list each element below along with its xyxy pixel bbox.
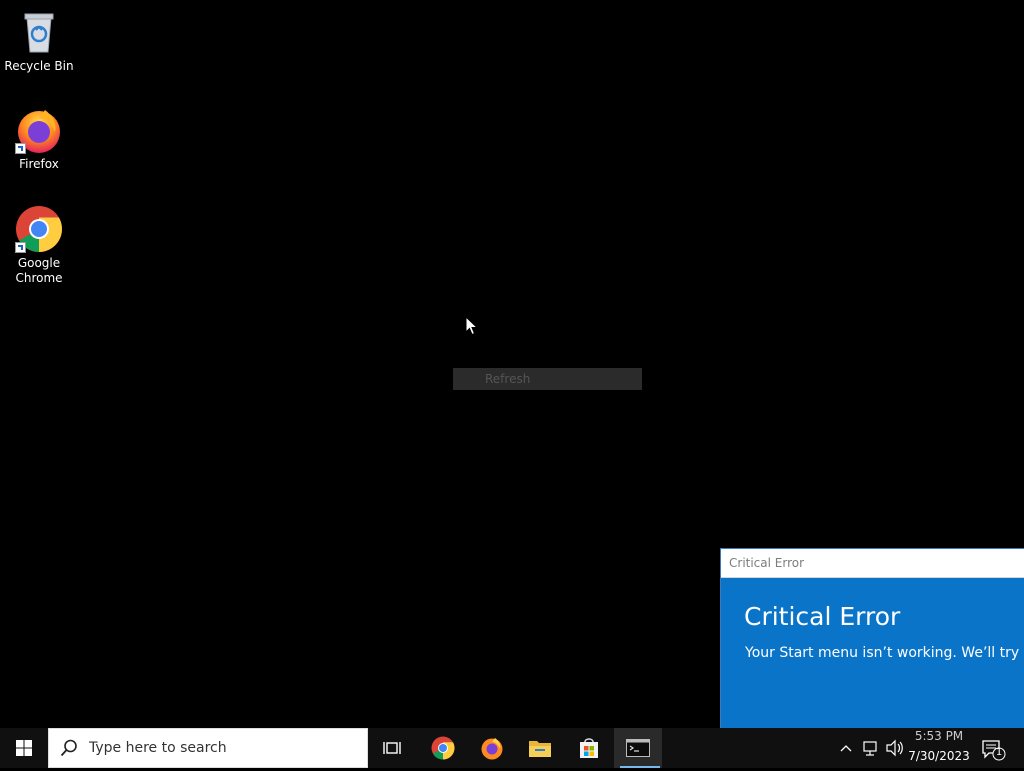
- action-center-button[interactable]: 1: [978, 728, 1008, 768]
- desktop-icon-label: Firefox: [19, 157, 59, 171]
- shortcut-arrow-icon: [15, 242, 26, 253]
- recycle-bin-icon: [15, 8, 63, 56]
- chevron-up-icon: [840, 745, 852, 752]
- taskbar-terminal-button[interactable]: [614, 728, 662, 768]
- task-view-icon: [383, 742, 401, 754]
- task-view-button[interactable]: [368, 728, 416, 768]
- network-button[interactable]: [862, 728, 880, 768]
- desktop-icon-chrome[interactable]: Google Chrome: [4, 205, 74, 286]
- shortcut-arrow-icon: [15, 143, 26, 154]
- show-hidden-icons-button[interactable]: [838, 728, 854, 768]
- file-explorer-icon: [529, 741, 551, 757]
- terminal-icon: [626, 739, 650, 757]
- notification-count-badge: 1: [995, 747, 1003, 758]
- taskbar-search-box[interactable]: Type here to search: [48, 728, 368, 768]
- taskbar-firefox-button[interactable]: [468, 728, 516, 768]
- speaker-icon: [886, 739, 903, 757]
- windows-logo-icon: [16, 740, 32, 756]
- taskbar-file-explorer-button[interactable]: [516, 728, 564, 768]
- critical-error-window[interactable]: Critical Error Critical Error Your Start…: [720, 548, 1024, 741]
- desktop-icon-recycle-bin[interactable]: Recycle Bin: [4, 8, 74, 74]
- start-button[interactable]: [0, 728, 48, 768]
- search-icon: [49, 728, 89, 768]
- desktop-icon-label: Google Chrome: [15, 256, 63, 285]
- store-icon: [580, 738, 598, 758]
- firefox-icon: [15, 106, 63, 154]
- taskbar-clock[interactable]: 5:53 PM 7/30/2023: [905, 728, 973, 768]
- error-message: Your Start menu isn’t working. We’ll try…: [745, 645, 1024, 661]
- error-window-titlebar[interactable]: Critical Error: [721, 549, 1024, 578]
- clock-time: 5:53 PM: [914, 729, 964, 743]
- taskbar-store-button[interactable]: [565, 728, 613, 768]
- chrome-icon: [15, 205, 63, 253]
- firefox-icon: [481, 738, 503, 760]
- taskbar-chrome-button[interactable]: [419, 728, 467, 768]
- chrome-icon: [431, 736, 455, 760]
- notification-icon: [982, 740, 1006, 761]
- clock-date: 7/30/2023: [908, 749, 970, 763]
- desktop-icon-label: Recycle Bin: [4, 59, 74, 73]
- desktop-icon-firefox[interactable]: Firefox: [4, 106, 74, 172]
- error-heading: Critical Error: [744, 602, 901, 631]
- network-icon: [863, 741, 877, 756]
- context-menu-item-label: Refresh: [485, 372, 531, 386]
- search-placeholder: Type here to search: [89, 740, 227, 756]
- volume-button[interactable]: [885, 728, 905, 768]
- context-menu-refresh[interactable]: Refresh: [453, 368, 642, 390]
- mouse-cursor-icon: [465, 316, 479, 336]
